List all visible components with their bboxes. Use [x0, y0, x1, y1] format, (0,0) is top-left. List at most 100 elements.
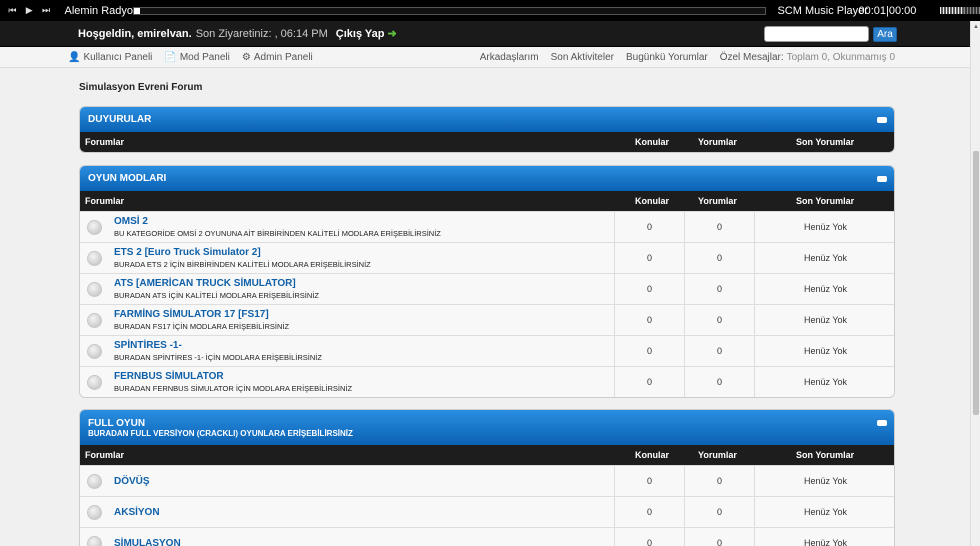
search-button[interactable]: Ara [873, 27, 897, 42]
post-count: 0 [684, 336, 754, 366]
forum-category-announcements: DUYURULAR Forumlar Konular Yorumlar Son … [79, 106, 895, 153]
welcome-bar: Hoşgeldin, emirelvan. Son Ziyaretiniz: ,… [0, 21, 970, 47]
welcome-text: Hoşgeldin, emirelvan. [78, 27, 192, 40]
post-count: 0 [684, 305, 754, 335]
page-scrollbar[interactable]: ▲ [970, 21, 980, 546]
admin-panel-link[interactable]: ⚙ Admin Paneli [242, 52, 313, 63]
forum-row: AKSİYON 0 0 Henüz Yok [80, 496, 894, 527]
seek-bar[interactable] [132, 6, 767, 15]
col-last-post: Son Yorumlar [796, 450, 855, 460]
category-header: FULL OYUN BURADAN FULL VERSİYON (CRACKLI… [80, 410, 894, 445]
forum-status-icon [87, 375, 102, 390]
last-post: Henüz Yok [754, 305, 894, 335]
player-name: SCM Music Player [777, 4, 868, 17]
forum-name-link[interactable]: SPİNTİRES -1- [114, 340, 182, 351]
last-visit-text: Son Ziyaretiniz: , 06:14 PM [195, 27, 328, 40]
forum-name-link[interactable]: FERNBUS SİMULATOR [114, 371, 224, 382]
forum-name-link[interactable]: ATS [AMERİCAN TRUCK SİMULATOR] [114, 278, 296, 289]
category-title[interactable]: DUYURULAR [88, 107, 886, 125]
thread-count: 0 [614, 528, 684, 546]
search-input[interactable] [764, 26, 869, 42]
forum-description: BURADAN SPİNTİRES -1- İÇİN MODLARA ERİŞE… [114, 353, 322, 362]
recent-activity-link[interactable]: Son Aktiviteler [551, 52, 614, 63]
column-headers: Forumlar Konular Yorumlar Son Yorumlar [80, 445, 894, 465]
thread-count: 0 [614, 336, 684, 366]
forum-name-link[interactable]: ETS 2 [Euro Truck Simulator 2] [114, 247, 261, 258]
collapse-icon[interactable] [877, 117, 887, 123]
forum-status-icon [87, 220, 102, 235]
collapse-icon[interactable] [877, 176, 887, 182]
col-threads: Konular [635, 137, 670, 147]
mod-panel-link[interactable]: 📄 Mod Paneli [164, 52, 229, 63]
category-title[interactable]: OYUN MODLARI [88, 166, 886, 184]
forum-status-icon [87, 313, 102, 328]
logout-link[interactable]: Çıkış Yap ➜ [336, 27, 397, 40]
last-post: Henüz Yok [754, 243, 894, 273]
forum-description: BURADA ETS 2 İÇİN BİRBİRİNDEN KALİTELİ M… [114, 260, 371, 269]
forum-status-icon [87, 505, 102, 520]
thread-count: 0 [614, 466, 684, 496]
post-count: 0 [684, 466, 754, 496]
col-last-post: Son Yorumlar [796, 137, 855, 147]
forum-category-game-mods: OYUN MODLARI Forumlar Konular Yorumlar S… [79, 165, 895, 398]
today-posts-link[interactable]: Bugünkü Yorumlar [626, 52, 708, 63]
seek-fill [133, 7, 140, 14]
player-time: 00:01|00:00 [858, 4, 917, 17]
thread-count: 0 [614, 497, 684, 527]
user-panel-link[interactable]: 👤 Kullanıcı Paneli [68, 52, 152, 63]
last-post: Henüz Yok [754, 212, 894, 242]
admin-panel-label: Admin Paneli [253, 51, 313, 63]
forum-main: Simulasyon Evreni Forum DUYURULAR Foruml… [0, 68, 970, 546]
forum-name-link[interactable]: SİMULASYON [114, 538, 181, 546]
forum-description: BURADAN FERNBUS SİMULATOR İÇİN MODLARA E… [114, 384, 353, 393]
volume-slider[interactable] [940, 7, 980, 14]
last-post: Henüz Yok [754, 466, 894, 496]
last-post: Henüz Yok [754, 497, 894, 527]
friends-link[interactable]: Arkadaşlarım [480, 52, 539, 63]
forum-row: OMSİ 2 BU KATEGORİDE OMSİ 2 OYUNUNA AİT B… [80, 211, 894, 242]
forum-list: OMSİ 2 BU KATEGORİDE OMSİ 2 OYUNUNA AİT B… [80, 211, 894, 397]
col-forums: Forumlar [85, 450, 125, 460]
forum-category-full-games: FULL OYUN BURADAN FULL VERSİYON (CRACKLI… [79, 409, 895, 546]
document-icon: 📄 [164, 51, 177, 63]
forum-name-link[interactable]: DÖVÜŞ [114, 476, 150, 487]
thread-count: 0 [614, 274, 684, 304]
forum-name-link[interactable]: AKSİYON [114, 507, 160, 518]
col-posts: Yorumlar [698, 137, 737, 147]
category-title[interactable]: FULL OYUN [88, 410, 886, 429]
last-post: Henüz Yok [754, 367, 894, 397]
forum-description: BURADAN FS17 İÇİN MODLARA ERİŞEBİLİRSİNİ… [114, 322, 290, 331]
category-header: OYUN MODLARI [80, 166, 894, 191]
col-forums: Forumlar [85, 137, 125, 147]
col-threads: Konular [635, 196, 670, 206]
volume-fill [940, 7, 965, 14]
category-subtitle: BURADAN FULL VERSİYON (CRACKLI) OYUNLARA… [88, 429, 353, 438]
forum-row: DÖVÜŞ 0 0 Henüz Yok [80, 465, 894, 496]
scrollbar-thumb[interactable] [973, 151, 979, 415]
gear-icon: ⚙ [241, 51, 251, 63]
forum-row: FARMİNG SİMULATOR 17 [FS17] BURADAN FS17 … [80, 304, 894, 335]
collapse-icon[interactable] [877, 420, 887, 426]
play-icon[interactable]: ▶ [21, 0, 38, 21]
forum-status-icon [87, 474, 102, 489]
thread-count: 0 [614, 367, 684, 397]
user-panel-label: Kullanıcı Paneli [83, 51, 153, 63]
forum-name-link[interactable]: OMSİ 2 [114, 216, 148, 227]
last-post: Henüz Yok [754, 528, 894, 546]
breadcrumb[interactable]: Simulasyon Evreni Forum [79, 82, 202, 93]
user-icon: 👤 [68, 51, 81, 63]
scroll-up-icon[interactable]: ▲ [973, 24, 979, 30]
category-header: DUYURULAR [80, 107, 894, 132]
col-posts: Yorumlar [698, 196, 737, 206]
forum-row: ETS 2 [Euro Truck Simulator 2] BURADA ETS… [80, 242, 894, 273]
last-post: Henüz Yok [754, 274, 894, 304]
skip-back-icon[interactable]: ⏮ [4, 0, 21, 21]
last-post: Henüz Yok [754, 336, 894, 366]
post-count: 0 [684, 243, 754, 273]
private-messages-link[interactable]: Özel Mesajlar: Toplam 0, Okunmamış 0 [720, 52, 895, 63]
forum-name-link[interactable]: FARMİNG SİMULATOR 17 [FS17] [114, 309, 269, 320]
forum-row: FERNBUS SİMULATOR BURADAN FERNBUS SİMULAT… [80, 366, 894, 397]
pm-label: Özel Mesajlar: [719, 52, 784, 63]
skip-forward-icon[interactable]: ⏭ [38, 0, 55, 21]
forum-status-icon [87, 282, 102, 297]
